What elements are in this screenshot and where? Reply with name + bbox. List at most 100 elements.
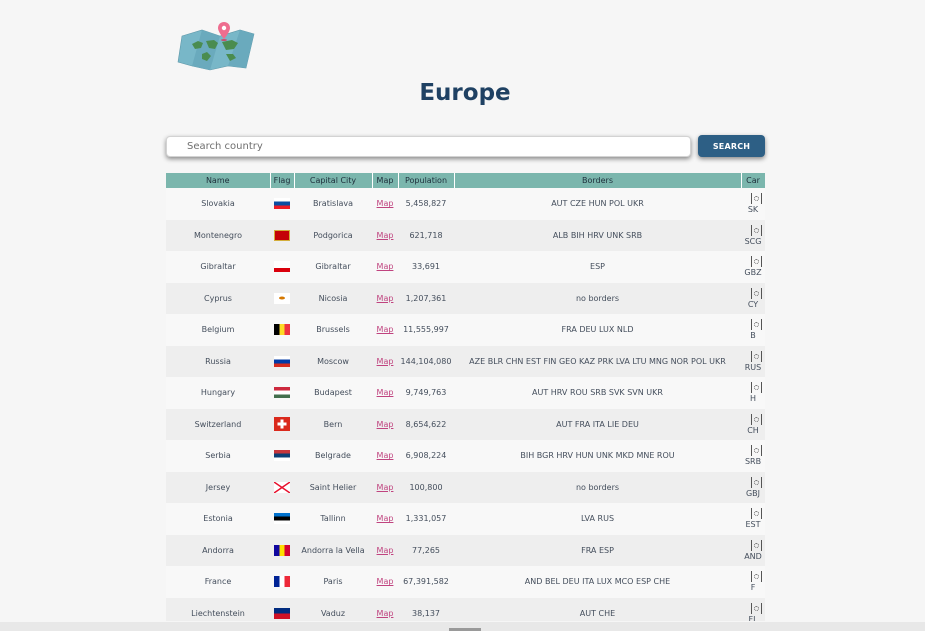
search-button[interactable]: SEARCH (698, 135, 765, 157)
country-flag (270, 535, 294, 567)
flag-icon (273, 481, 291, 494)
car-code: RUS (744, 362, 762, 372)
flag-icon (274, 450, 290, 462)
map-link[interactable]: Map (377, 357, 394, 366)
country-name: Belgium (201, 325, 235, 335)
country-flag (270, 251, 294, 283)
car-code: F (750, 583, 756, 593)
map-link[interactable]: Map (377, 388, 394, 397)
map-link[interactable]: Map (377, 514, 394, 523)
page-title: Europe (419, 80, 511, 106)
table-row: France Paris Map 67,391,582 AND BEL DEU ITA … (166, 566, 765, 598)
country-flag (270, 503, 294, 535)
country-flag (270, 566, 294, 598)
car-sign: H (741, 377, 765, 409)
table-row: Hungary Budapest Map 9,749,763 AUT HRV ROU S… (166, 377, 765, 409)
map-link[interactable]: Map (377, 231, 394, 240)
map-cell: Map (372, 409, 398, 441)
borders: AUT FRA ITA LIE DEU (556, 419, 639, 429)
map-link[interactable]: Map (377, 262, 394, 271)
country-name: Andorra (202, 545, 234, 555)
flag-icon (274, 229, 290, 241)
map-cell: Map (372, 188, 398, 220)
map-link[interactable]: Map (377, 325, 394, 334)
map-link[interactable]: Map (377, 451, 394, 460)
borders: BIH BGR HRV HUN UNK MKD MNE ROU (520, 451, 675, 461)
population: 8,654,622 (405, 419, 447, 429)
header-map[interactable]: Map (372, 173, 399, 188)
map-link[interactable]: Map (377, 483, 394, 492)
population: 67,391,582 (403, 577, 449, 587)
car-sign: SRB (741, 440, 765, 472)
country-name: Serbia (205, 451, 231, 461)
table-row: Russia Moscow Map 144,104,080 AZE BLR CHN ES… (166, 345, 765, 378)
map-link[interactable]: Map (377, 294, 394, 303)
car-sign: GBJ (741, 472, 765, 504)
map-cell: Map (372, 503, 398, 535)
header-population[interactable]: Population (398, 173, 455, 188)
flag-icon (274, 355, 290, 367)
car-sign-icon (751, 350, 762, 362)
header-borders[interactable]: Borders (454, 173, 742, 188)
map-link[interactable]: Map (377, 420, 394, 429)
header-flag[interactable]: Flag (270, 173, 295, 188)
car-sign-icon (751, 193, 762, 205)
car-sign: CH (741, 409, 765, 441)
search-input[interactable] (166, 136, 691, 157)
borders: FRA DEU LUX NLD (561, 325, 634, 335)
car-sign: FL (741, 598, 765, 621)
car-sign-icon (751, 476, 762, 488)
car-sign-icon (751, 382, 762, 394)
borders: AUT CHE (579, 608, 616, 618)
table-row: Cyprus Nicosia Map 1,207,361 no borders CY (166, 282, 765, 315)
car-sign: B (741, 314, 765, 346)
country-name: Russia (205, 356, 231, 366)
table-row: Montenegro Podgorica Map 621,718 ALB BIH HRV… (166, 219, 765, 252)
car-sign-icon (751, 287, 762, 299)
capital-city: Budapest (314, 388, 352, 398)
population: 621,718 (409, 230, 443, 240)
car-sign-icon (751, 413, 762, 425)
car-sign: EST (741, 503, 765, 535)
map-link[interactable]: Map (377, 546, 394, 555)
car-code: SCG (744, 236, 762, 246)
map-link[interactable]: Map (377, 577, 394, 586)
car-sign-icon (751, 602, 762, 614)
car-sign: CY (741, 283, 765, 315)
borders: ESP (590, 262, 605, 272)
capital-city: Bratislava (313, 199, 353, 209)
map-cell: Map (372, 314, 398, 346)
flag-icon (274, 198, 290, 210)
flag-icon (274, 292, 290, 304)
table-row: Belgium Brussels Map 11,555,997 FRA DEU LUX … (166, 314, 765, 346)
map-cell: Map (372, 346, 398, 378)
map-link[interactable]: Map (377, 609, 394, 618)
country-flag (270, 188, 294, 220)
table-row: Andorra Andorra la Vella Map 77,265 FRA ESP A… (166, 534, 765, 567)
header-capital[interactable]: Capital City (294, 173, 373, 188)
borders: LVA RUS (580, 514, 615, 524)
map-cell: Map (372, 220, 398, 252)
table-row: Estonia Tallinn Map 1,331,057 LVA RUS EST (166, 503, 765, 535)
header-car[interactable]: Car (741, 173, 765, 188)
capital-city: Podgorica (313, 230, 353, 240)
capital-city: Moscow (317, 356, 349, 366)
country-name: Montenegro (193, 230, 242, 240)
country-name: Gibraltar (200, 262, 236, 272)
car-sign: SK (741, 188, 765, 220)
capital-city: Brussels (316, 325, 350, 335)
borders: AND BEL DEU ITA LUX MCO ESP CHE (524, 577, 671, 587)
map-cell: Map (372, 440, 398, 472)
car-code: EST (745, 520, 761, 530)
car-sign: RUS (741, 346, 765, 378)
table-row: Gibraltar Gibraltar Map 33,691 ESP GBZ (166, 251, 765, 283)
table-row: Switzerland Bern Map 8,654,622 AUT FRA ITA L… (166, 408, 765, 441)
flag-icon (274, 324, 290, 336)
header-name[interactable]: Name (166, 173, 271, 188)
map-cell: Map (372, 472, 398, 504)
capital-city: Tallinn (320, 514, 346, 524)
car-code: SRB (744, 457, 762, 467)
car-sign-icon (751, 224, 762, 236)
map-link[interactable]: Map (377, 199, 394, 208)
country-flag (270, 472, 294, 504)
